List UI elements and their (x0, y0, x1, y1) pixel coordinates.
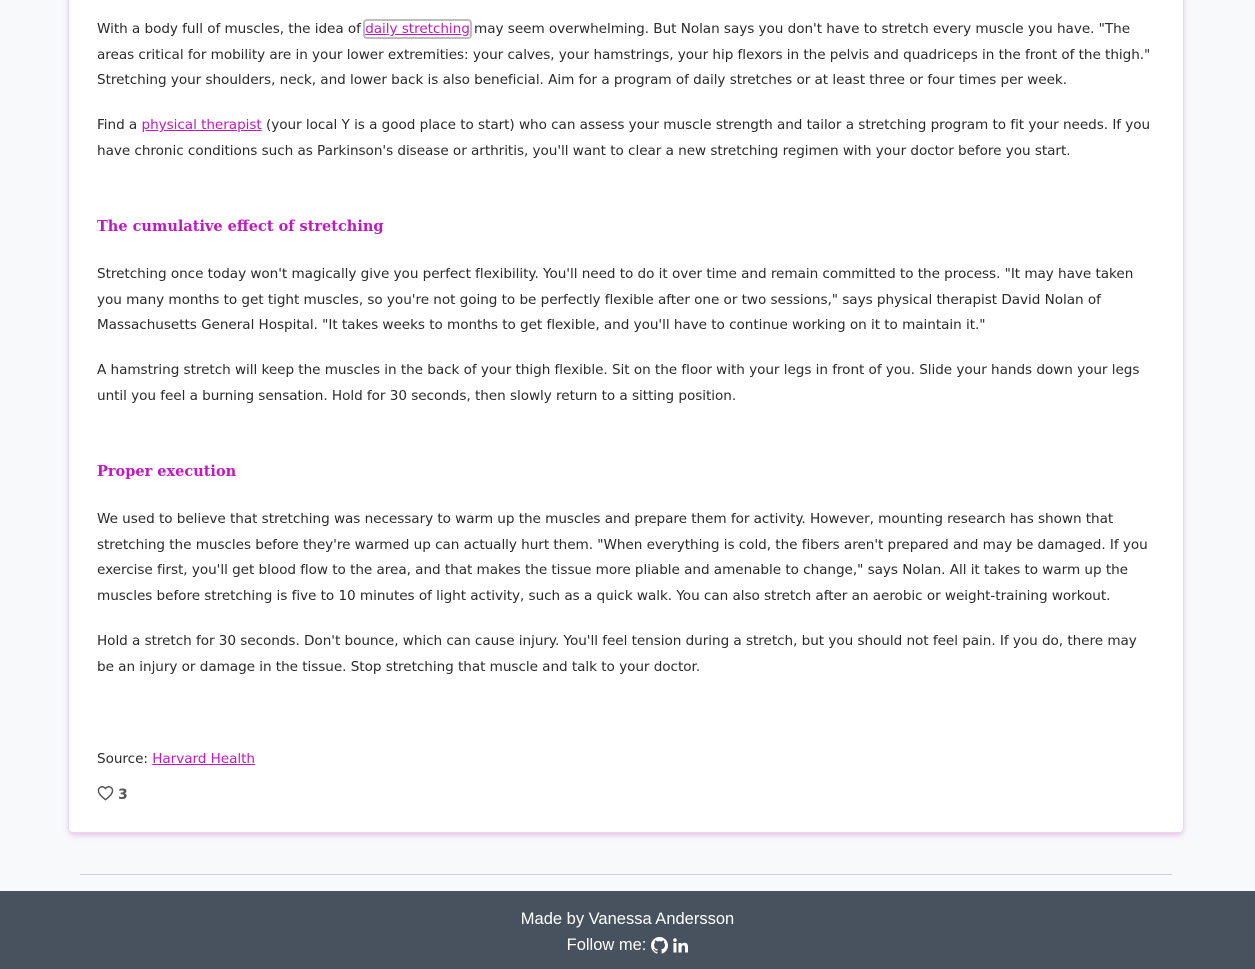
follow-label: Follow me: (566, 936, 647, 954)
divider (80, 874, 1172, 875)
like-button[interactable]: 3 (97, 785, 128, 805)
heart-icon (97, 785, 118, 805)
paragraph: Hold a stretch for 30 seconds. Don't bou… (97, 633, 1137, 675)
section-heading: The cumulative effect of stretching (97, 218, 384, 235)
text: With a body full of muscles, the idea of (97, 21, 366, 37)
footer-credit: Made by Vanessa Andersson (520, 910, 735, 928)
article-card: With a body full of muscles, the idea of… (69, 0, 1183, 832)
source-label: Source: (97, 751, 153, 767)
paragraph: A hamstring stretch will keep the muscle… (97, 362, 1140, 404)
paragraph: We used to believe that stretching was n… (97, 511, 1148, 604)
daily-stretching-link[interactable]: daily stretching (363, 19, 472, 39)
paragraph: With a body full of muscles, the idea of… (97, 17, 1157, 94)
footer: Made by Vanessa Andersson Follow me: (0, 891, 1255, 969)
linkedin-icon[interactable] (673, 938, 689, 953)
like-count: 3 (118, 787, 128, 803)
github-icon[interactable] (651, 937, 669, 954)
physical-therapist-link[interactable]: physical therapist (141, 117, 261, 133)
paragraph: Stretching once today won't magically gi… (97, 266, 1134, 334)
section-heading: Proper execution (97, 463, 237, 480)
source-line: Source: Harvard Health (97, 747, 1157, 773)
text: Find a (97, 117, 142, 133)
follow-row: Follow me: (0, 936, 1255, 955)
source-link[interactable]: Harvard Health (152, 751, 255, 767)
paragraph: Find a physical therapist (your local Y … (97, 113, 1157, 164)
